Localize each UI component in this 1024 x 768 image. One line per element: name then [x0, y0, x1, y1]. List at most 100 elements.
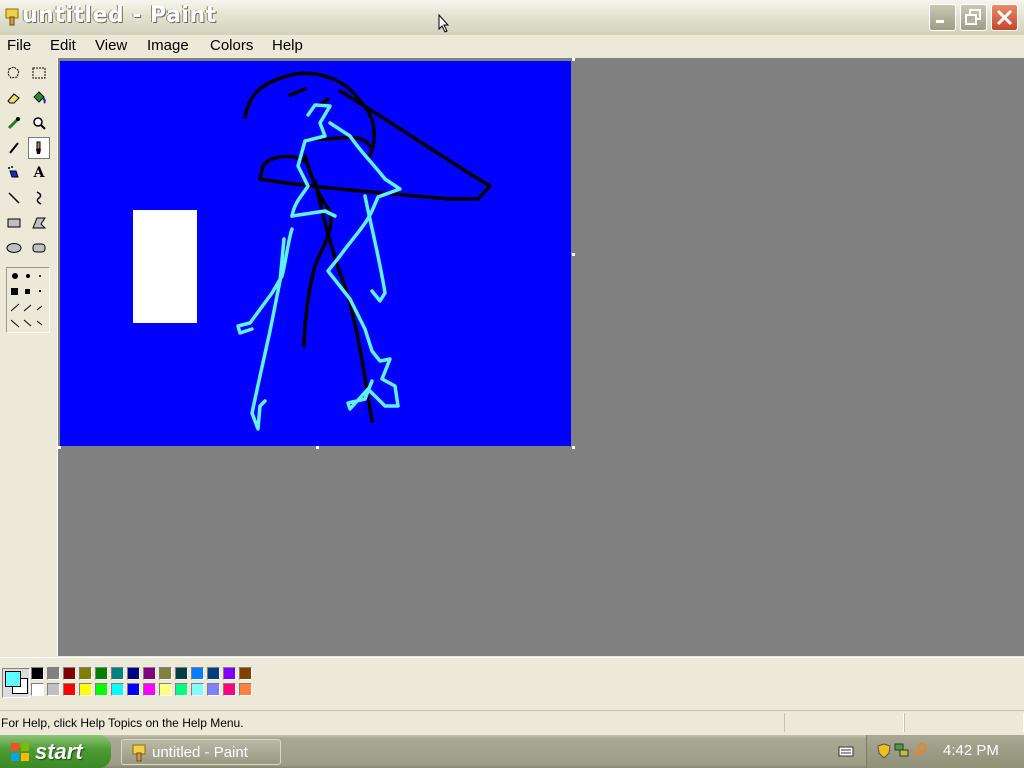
tool-ellipse[interactable] — [3, 237, 25, 259]
tool-rounded-rectangle[interactable] — [28, 237, 50, 259]
palette-color-swatch[interactable] — [223, 667, 236, 680]
canvas-drawing — [133, 71, 492, 431]
palette-color-swatch[interactable] — [239, 667, 252, 680]
drawing-workspace[interactable] — [58, 58, 1024, 656]
polygon-icon — [32, 217, 47, 229]
menu-help[interactable]: Help — [272, 37, 303, 54]
brush-shapes-icon — [10, 273, 43, 328]
tool-brush[interactable] — [28, 137, 50, 159]
cyan-stroke-figure — [236, 103, 402, 431]
menu-file[interactable]: File — [7, 37, 31, 54]
rounded-rectangle-icon — [32, 243, 46, 253]
system-tray: 4:42 PM — [866, 735, 1024, 768]
canvas-resize-handle-bottom[interactable] — [316, 446, 319, 449]
tool-text[interactable]: A — [28, 162, 50, 184]
palette-color-swatch[interactable] — [143, 667, 156, 680]
drawing-canvas[interactable] — [60, 61, 571, 446]
status-bar: For Help, click Help Topics on the Help … — [0, 710, 1024, 735]
canvas-resize-handle-right[interactable] — [572, 253, 575, 256]
palette-color-swatch[interactable] — [63, 667, 76, 680]
tool-polygon[interactable] — [28, 212, 50, 234]
tool-eraser[interactable] — [3, 87, 25, 109]
menu-view[interactable]: View — [95, 37, 127, 54]
menu-edit[interactable]: Edit — [50, 37, 76, 54]
brush-shape-options[interactable] — [6, 267, 50, 333]
palette-color-swatch[interactable] — [239, 683, 252, 696]
close-button[interactable] — [991, 4, 1018, 31]
search-icon[interactable] — [913, 742, 929, 758]
eyedropper-icon — [7, 117, 20, 130]
palette-color-swatch[interactable] — [223, 683, 236, 696]
tool-pick-color[interactable] — [3, 112, 25, 134]
curve-icon — [36, 191, 42, 205]
canvas-handle-bottom-left — [58, 446, 61, 449]
rectangle-icon — [7, 218, 21, 228]
mouse-cursor-icon — [438, 14, 450, 33]
rectangle-select-icon — [32, 67, 46, 79]
palette-color-swatch[interactable] — [175, 683, 188, 696]
palette-color-swatch[interactable] — [31, 683, 44, 696]
current-colors-indicator — [2, 668, 30, 698]
palette-color-swatch[interactable] — [127, 683, 140, 696]
white-rectangle-shape — [133, 210, 197, 323]
close-icon — [996, 9, 1013, 26]
palette-color-swatch[interactable] — [95, 667, 108, 680]
palette-color-swatch[interactable] — [79, 667, 92, 680]
palette-color-swatch[interactable] — [111, 667, 124, 680]
palette-color-swatch[interactable] — [47, 667, 60, 680]
tool-magnifier[interactable] — [28, 112, 50, 134]
fill-bucket-icon — [33, 91, 46, 104]
palette-color-swatch[interactable] — [47, 683, 60, 696]
status-message: For Help, click Help Topics on the Help … — [1, 716, 244, 730]
palette-color-swatch[interactable] — [207, 667, 220, 680]
palette-color-swatch[interactable] — [63, 683, 76, 696]
palette-color-swatch[interactable] — [207, 683, 220, 696]
status-pane-coordinates — [784, 713, 904, 732]
menu-image[interactable]: Image — [147, 37, 189, 54]
tool-line[interactable] — [3, 187, 25, 209]
palette-color-swatch[interactable] — [31, 667, 44, 680]
taskbar-paint-label: untitled - Paint — [152, 744, 248, 761]
foreground-color-swatch — [5, 671, 21, 687]
text-tool-icon: A — [33, 165, 45, 181]
palette-color-swatch[interactable] — [191, 683, 204, 696]
tool-select[interactable] — [28, 62, 50, 84]
magnifier-icon — [33, 117, 46, 130]
taskbar: start untitled - Paint 4:42 PM — [0, 735, 1024, 768]
palette-color-swatch[interactable] — [191, 667, 204, 680]
clock[interactable]: 4:42 PM — [943, 742, 999, 759]
line-icon — [8, 192, 20, 204]
keyboard-icon[interactable] — [838, 744, 854, 758]
tool-curve[interactable] — [28, 187, 50, 209]
palette-color-swatch[interactable] — [127, 667, 140, 680]
paint-app-icon — [5, 8, 19, 26]
tool-free-form-select[interactable] — [3, 62, 25, 84]
tool-airbrush[interactable] — [3, 162, 25, 184]
network-icon[interactable] — [894, 742, 910, 758]
eraser-icon — [7, 93, 20, 104]
menu-colors[interactable]: Colors — [210, 37, 253, 54]
palette-color-swatch[interactable] — [159, 683, 172, 696]
palette-color-swatch[interactable] — [159, 667, 172, 680]
palette-color-swatch[interactable] — [79, 683, 92, 696]
palette-color-swatch[interactable] — [95, 683, 108, 696]
canvas-handle-top-right — [572, 58, 575, 61]
window-title: untitled - Paint — [22, 3, 217, 28]
minimize-button[interactable] — [929, 4, 956, 31]
tool-pencil[interactable] — [3, 137, 25, 159]
tool-rectangle[interactable] — [3, 212, 25, 234]
status-pane-size — [904, 713, 1024, 732]
palette-color-swatch[interactable] — [175, 667, 188, 680]
restore-icon — [965, 9, 981, 25]
palette-color-swatch[interactable] — [143, 683, 156, 696]
canvas-resize-handle-corner[interactable] — [572, 446, 575, 449]
title-bar[interactable]: untitled - Paint — [0, 0, 1024, 36]
tool-fill[interactable] — [28, 87, 50, 109]
start-button[interactable]: start — [0, 735, 111, 768]
start-label: start — [35, 739, 83, 764]
free-form-select-icon — [7, 66, 20, 79]
taskbar-paint-button[interactable]: untitled - Paint — [121, 739, 281, 765]
palette-color-swatch[interactable] — [111, 683, 124, 696]
security-shield-icon[interactable] — [877, 743, 891, 759]
restore-button[interactable] — [960, 4, 987, 31]
